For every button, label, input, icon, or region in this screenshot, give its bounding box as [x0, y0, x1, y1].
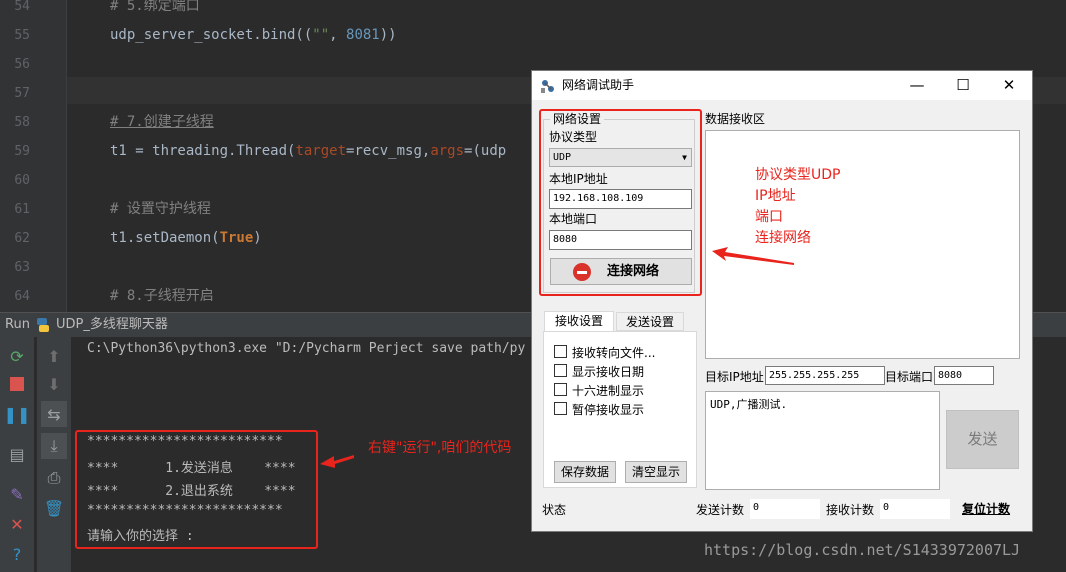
stop-icon[interactable]: [4, 371, 30, 397]
arrow-down-icon[interactable]: ⬇: [41, 371, 67, 397]
run-label: Run: [5, 317, 30, 332]
minimize-button[interactable]: —: [894, 71, 940, 100]
rerun-icon[interactable]: ⟳: [4, 343, 30, 369]
target-port-input[interactable]: 8080: [934, 366, 994, 385]
recv-data-area[interactable]: [705, 130, 1020, 359]
console-command-line: C:\Python36\python3.exe "D:/Pycharm Perj…: [87, 341, 526, 356]
hex-display-checkbox[interactable]: 十六进制显示: [554, 382, 644, 399]
line-number: 63: [14, 260, 30, 275]
save-data-button[interactable]: 保存数据: [554, 461, 616, 483]
recv-count-label: 接收计数: [826, 503, 875, 517]
run-tool-column: ⟳ ❚❚ ▤ ✎ ✕ ?: [0, 337, 34, 572]
clear-display-button[interactable]: 清空显示: [625, 461, 687, 483]
python-icon: [37, 318, 49, 332]
recv-area-label: 数据接收区: [705, 112, 766, 126]
pin-icon[interactable]: ✎: [4, 481, 30, 507]
line-number: 56: [14, 57, 30, 72]
settings-annotation: 协议类型UDP IP地址 端口 连接网络: [755, 165, 840, 249]
arrow-up-icon[interactable]: ⬆: [41, 343, 67, 369]
line-number: 57: [14, 86, 30, 101]
annotation-text: 右键"运行",咱们的代码: [368, 440, 512, 456]
code-text: # 5.绑定端口: [110, 0, 200, 14]
annotation-line: 端口: [755, 209, 783, 225]
net-debug-window: 网络调试助手 — ☐ ✕ 网络设置 协议类型 UDP ▼ 本地IP地址 192.…: [531, 70, 1033, 532]
reset-count-link[interactable]: 复位计数: [962, 500, 1010, 517]
line-number: 62: [14, 231, 30, 246]
checkbox-icon: [554, 364, 567, 377]
code-line: 55 udp_server_socket.bind(("", 8081)): [0, 21, 1066, 50]
recv-count-value: 0: [880, 499, 950, 519]
target-port-label: 目标端口: [885, 370, 934, 384]
checkbox-label: 接收转向文件...: [572, 346, 656, 360]
annotation-line: 协议类型UDP: [755, 167, 841, 183]
annotation-arrow: [712, 247, 794, 265]
window-title: 网络调试助手: [562, 78, 635, 92]
tab-send-settings[interactable]: 发送设置: [616, 312, 684, 331]
checkbox-label: 暂停接收显示: [572, 403, 645, 417]
recv-settings-panel: 接收转向文件... 显示接收日期 十六进制显示 暂停接收显示 保存数据 清空显示: [543, 331, 697, 488]
line-number: 54: [14, 0, 30, 14]
code-text: t1.setDaemon(True): [110, 230, 262, 246]
code-text: udp_server_socket.bind(("", 8081)): [110, 27, 397, 43]
title-bar[interactable]: 网络调试助手 — ☐ ✕: [532, 71, 1032, 100]
checkbox-icon: [554, 383, 567, 396]
maximize-button[interactable]: ☐: [940, 71, 986, 100]
settings-tabs: 接收设置 发送设置: [544, 311, 696, 332]
show-date-checkbox[interactable]: 显示接收日期: [554, 363, 644, 380]
dump-threads-icon[interactable]: ▤: [4, 441, 30, 467]
print-icon[interactable]: ⎙: [41, 465, 67, 491]
checkbox-label: 十六进制显示: [572, 384, 645, 398]
line-number: 60: [14, 173, 30, 188]
annotation-line: IP地址: [755, 188, 796, 204]
run-tool-column-2: ⬆ ⬇ ⇆ ⤓ ⎙ 🗑: [36, 337, 71, 572]
help-icon[interactable]: ?: [4, 541, 30, 567]
send-count-label: 发送计数: [696, 503, 745, 517]
trash-icon[interactable]: 🗑: [41, 495, 67, 521]
pause-icon[interactable]: ❚❚: [4, 401, 31, 427]
checkbox-icon: [554, 402, 567, 415]
line-number: 59: [14, 144, 30, 159]
send-button[interactable]: 发送: [946, 410, 1019, 469]
pause-display-checkbox[interactable]: 暂停接收显示: [554, 401, 644, 418]
recv-to-file-checkbox[interactable]: 接收转向文件...: [554, 344, 655, 361]
code-line: 54 # 5.绑定端口: [0, 0, 1066, 21]
annotation-arrow: [320, 455, 354, 468]
annotation-line: 连接网络: [755, 230, 811, 246]
checkbox-icon: [554, 345, 567, 358]
line-number: 55: [14, 28, 30, 43]
send-count-value: 0: [750, 499, 820, 519]
checkbox-label: 显示接收日期: [572, 365, 645, 379]
line-number: 61: [14, 202, 30, 217]
network-app-icon: [541, 80, 554, 93]
code-text: # 7.创建子线程: [110, 114, 214, 130]
target-ip-label: 目标IP地址: [705, 370, 764, 384]
tab-recv-settings[interactable]: 接收设置: [544, 311, 614, 332]
watermark: https://blog.csdn.net/S1433972007LJ: [704, 541, 1021, 559]
soft-wrap-icon[interactable]: ⇆: [41, 401, 67, 427]
highlight-box-console: [75, 430, 318, 549]
close-icon[interactable]: ✕: [4, 511, 30, 537]
line-number: 64: [14, 289, 30, 304]
send-data-area[interactable]: UDP,广播测试.: [705, 391, 940, 490]
code-text: # 8.子线程开启: [110, 288, 214, 304]
scroll-to-end-icon[interactable]: ⤓: [41, 433, 67, 459]
code-text: t1 = threading.Thread(target=recv_msg,ar…: [110, 143, 507, 159]
line-number: 58: [14, 115, 30, 130]
close-button[interactable]: ✕: [986, 71, 1032, 100]
status-label: 状态: [542, 503, 567, 517]
highlight-box-settings: [539, 109, 702, 296]
code-text: # 设置守护线程: [110, 201, 211, 217]
run-config-name[interactable]: UDP_多线程聊天器: [56, 313, 168, 337]
target-ip-input[interactable]: 255.255.255.255: [765, 366, 885, 385]
